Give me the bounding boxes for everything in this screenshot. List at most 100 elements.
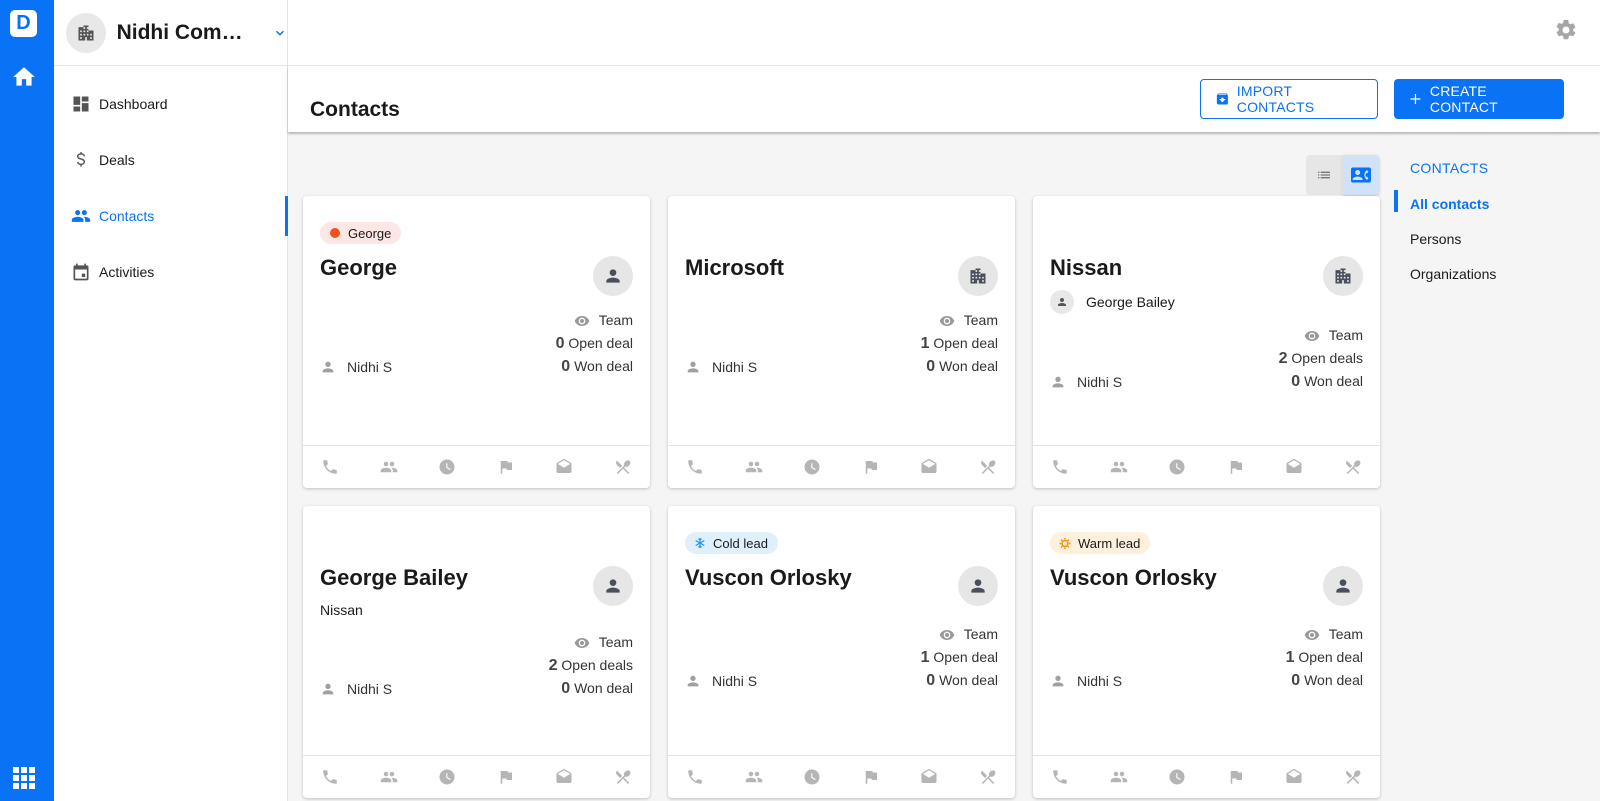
contact-card-4[interactable]: George Bailey Nissan Team 2 Open deals 0… (303, 506, 650, 798)
filter-all-contacts[interactable]: All contacts (1393, 190, 1496, 229)
meeting-action-button[interactable] (1109, 457, 1129, 477)
open-deals-count: 2 (548, 657, 558, 674)
deadline-action-button[interactable] (1226, 457, 1246, 477)
eye-icon (1304, 330, 1320, 341)
task-action-button[interactable] (802, 767, 822, 787)
email-action-button[interactable] (1284, 457, 1304, 477)
open-deals-label: Open deals (1291, 350, 1363, 366)
won-deals-label: Won deal (939, 358, 998, 374)
open-deals: 1 Open deal (1286, 646, 1363, 669)
meeting-action-button[interactable] (379, 767, 399, 787)
lunch-action-button[interactable] (1343, 767, 1363, 787)
meeting-action-button[interactable] (1109, 767, 1129, 787)
meeting-icon (745, 771, 762, 783)
deadline-action-button[interactable] (496, 767, 516, 787)
contact-name[interactable]: Microsoft (685, 255, 784, 281)
visibility: Team (1286, 623, 1363, 646)
sidebar-item-dashboard[interactable]: Dashboard (54, 76, 287, 132)
linked-person[interactable]: George Bailey (1050, 290, 1175, 314)
deadline-action-button[interactable] (1226, 767, 1246, 787)
create-contact-button[interactable]: CREATE CONTACT (1394, 79, 1564, 119)
deadline-action-button[interactable] (861, 767, 881, 787)
contact-card-3[interactable]: Nissan George Bailey Team 2 Open deals 0… (1033, 196, 1380, 488)
lead-tag: George (320, 222, 402, 244)
open-deals-count: 0 (555, 335, 565, 352)
deal-stats: Team 1 Open deal 0 Won deal (921, 623, 998, 692)
lunch-action-button[interactable] (613, 767, 633, 787)
owner: Nidhi S (1050, 374, 1122, 390)
deadline-action-button[interactable] (496, 457, 516, 477)
email-icon (921, 768, 937, 783)
call-action-button[interactable] (1050, 767, 1070, 787)
task-action-button[interactable] (1167, 457, 1187, 477)
email-action-button[interactable] (554, 767, 574, 787)
card-view-button[interactable] (1343, 155, 1379, 195)
task-action-button[interactable] (802, 457, 822, 477)
open-deals: 0 Open deal (556, 332, 633, 355)
home-icon[interactable] (10, 64, 38, 90)
meeting-action-button[interactable] (379, 457, 399, 477)
apps-grid-icon[interactable] (12, 766, 36, 790)
sidebar-item-activities[interactable]: Activities (54, 244, 287, 300)
email-action-button[interactable] (554, 457, 574, 477)
lunch-action-button[interactable] (978, 457, 998, 477)
sidebar-item-deals[interactable]: Deals (54, 132, 287, 188)
visibility: Team (1279, 324, 1363, 347)
lunch-icon (981, 770, 996, 784)
call-action-button[interactable] (320, 457, 340, 477)
task-action-button[interactable] (437, 457, 457, 477)
lunch-action-button[interactable] (613, 457, 633, 477)
contact-name[interactable]: Nissan (1050, 255, 1122, 281)
contact-name[interactable]: George Bailey (320, 565, 468, 591)
meeting-action-button[interactable] (744, 457, 764, 477)
gear-icon[interactable] (1554, 18, 1578, 42)
contact-card-6[interactable]: Warm lead Vuscon Orlosky Team 1 Open dea… (1033, 506, 1380, 798)
open-deals-count: 1 (1285, 649, 1295, 666)
call-action-button[interactable] (320, 767, 340, 787)
open-deals-label: Open deals (561, 657, 633, 673)
card-body: George Bailey Nissan Team 2 Open deals 0… (303, 506, 650, 756)
meeting-action-button[interactable] (744, 767, 764, 787)
deadline-action-button[interactable] (861, 457, 881, 477)
chevron-down-icon[interactable] (273, 26, 287, 40)
owner: Nidhi S (1050, 673, 1122, 689)
dashboard-icon (73, 96, 89, 112)
open-deals-count: 1 (920, 335, 930, 352)
import-contacts-button[interactable]: IMPORT CONTACTS (1200, 79, 1378, 119)
page-header: Contacts IMPORT CONTACTS CREATE CONTACT (288, 66, 1600, 132)
filters-title: CONTACTS (1410, 160, 1489, 176)
contacts-grid: George George Team 0 Open deal 0 Won dea… (303, 196, 1380, 798)
filter-organizations[interactable]: Organizations (1410, 264, 1496, 299)
won-deals-count: 0 (1291, 373, 1301, 390)
contact-card-5[interactable]: Cold lead Vuscon Orlosky Team 1 Open dea… (668, 506, 1015, 798)
deadline-icon (500, 771, 512, 784)
meeting-icon (1110, 771, 1127, 783)
lunch-action-button[interactable] (1343, 457, 1363, 477)
contact-name[interactable]: Vuscon Orlosky (685, 565, 852, 591)
lunch-action-button[interactable] (978, 767, 998, 787)
deal-stats: Team 2 Open deals 0 Won deal (549, 631, 633, 700)
lunch-icon (1346, 460, 1361, 474)
filter-persons[interactable]: Persons (1410, 229, 1496, 264)
lead-tag: Warm lead (1050, 532, 1151, 554)
email-action-button[interactable] (919, 767, 939, 787)
task-icon (804, 459, 820, 475)
task-action-button[interactable] (1167, 767, 1187, 787)
call-action-button[interactable] (685, 767, 705, 787)
sidebar-item-contacts[interactable]: Contacts (54, 188, 288, 244)
list-view-button[interactable] (1306, 155, 1342, 195)
contact-name[interactable]: Vuscon Orlosky (1050, 565, 1217, 591)
call-action-button[interactable] (685, 457, 705, 477)
tag-icon (694, 537, 706, 549)
call-action-button[interactable] (1050, 457, 1070, 477)
org-switcher[interactable]: Nidhi Company (54, 0, 287, 66)
won-deals: 0 Won deal (921, 669, 998, 692)
contact-card-1[interactable]: George George Team 0 Open deal 0 Won dea… (303, 196, 650, 488)
contact-card-2[interactable]: Microsoft Team 1 Open deal 0 Won deal Ni… (668, 196, 1015, 488)
email-action-button[interactable] (1284, 767, 1304, 787)
task-action-button[interactable] (437, 767, 457, 787)
card-actions (303, 446, 650, 488)
email-action-button[interactable] (919, 457, 939, 477)
contact-name[interactable]: George (320, 255, 397, 281)
app-logo[interactable]: D (10, 10, 37, 37)
